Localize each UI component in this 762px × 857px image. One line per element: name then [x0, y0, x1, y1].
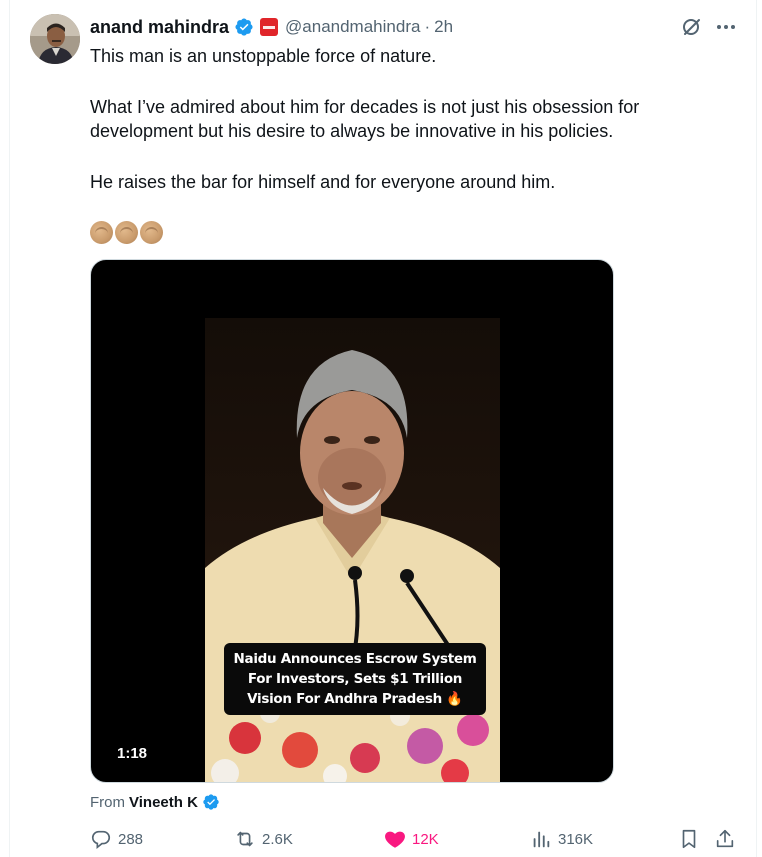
tweet-header: anand mahindra @anandmahindra · 2h — [90, 16, 453, 38]
grok-icon[interactable] — [680, 15, 704, 39]
verified-badge-icon[interactable] — [234, 17, 254, 37]
timeline-border-left — [9, 0, 10, 857]
bookmark-button[interactable] — [678, 828, 700, 850]
reply-icon — [91, 830, 111, 849]
clapping-hands-icon — [90, 221, 113, 244]
share-button[interactable] — [714, 828, 736, 850]
tweet-timestamp[interactable]: 2h — [434, 17, 453, 37]
verified-badge-icon — [202, 793, 220, 811]
tweet-text-line-3: He raises the bar for himself and for ev… — [90, 172, 556, 192]
quoted-from: From Vineeth K — [90, 793, 220, 811]
bookmark-icon — [682, 829, 696, 849]
clapping-hands-icon — [140, 221, 163, 244]
more-icon[interactable] — [714, 15, 738, 39]
tweet-actions-bar: 288 2.6K 12K 316K — [90, 828, 740, 854]
share-icon — [716, 829, 734, 848]
video-caption: Naidu Announces Escrow System For Invest… — [224, 643, 486, 715]
like-button[interactable]: 12K — [384, 828, 439, 850]
repost-count: 2.6K — [262, 830, 293, 848]
avatar[interactable] — [30, 14, 80, 64]
video-player[interactable]: Naidu Announces Escrow System For Invest… — [90, 259, 614, 783]
views-button[interactable]: 316K — [530, 828, 593, 850]
video-duration: 1:18 — [117, 745, 148, 762]
clapping-emoji-row — [90, 221, 163, 244]
like-count: 12K — [412, 830, 439, 848]
separator-dot: · — [424, 17, 431, 36]
from-author-link[interactable]: Vineeth K — [129, 794, 198, 811]
from-label: From — [90, 793, 125, 811]
affiliate-badge-icon[interactable] — [260, 18, 279, 36]
author-name[interactable]: anand mahindra — [90, 17, 229, 38]
repost-icon — [237, 831, 253, 847]
tweet-text-line-1: This man is an unstoppable force of natu… — [90, 46, 437, 66]
clapping-hands-icon — [115, 221, 138, 244]
views-icon — [533, 831, 550, 848]
views-count: 316K — [558, 830, 594, 848]
repost-button[interactable]: 2.6K — [234, 828, 293, 850]
author-handle[interactable]: @anandmahindra — [285, 17, 420, 37]
tweet-text-line-2: What I’ve admired about him for decades … — [90, 97, 640, 141]
reply-button[interactable]: 288 — [90, 828, 143, 850]
timeline-border-right — [756, 0, 757, 857]
reply-count: 288 — [118, 830, 144, 848]
like-icon — [385, 831, 405, 848]
